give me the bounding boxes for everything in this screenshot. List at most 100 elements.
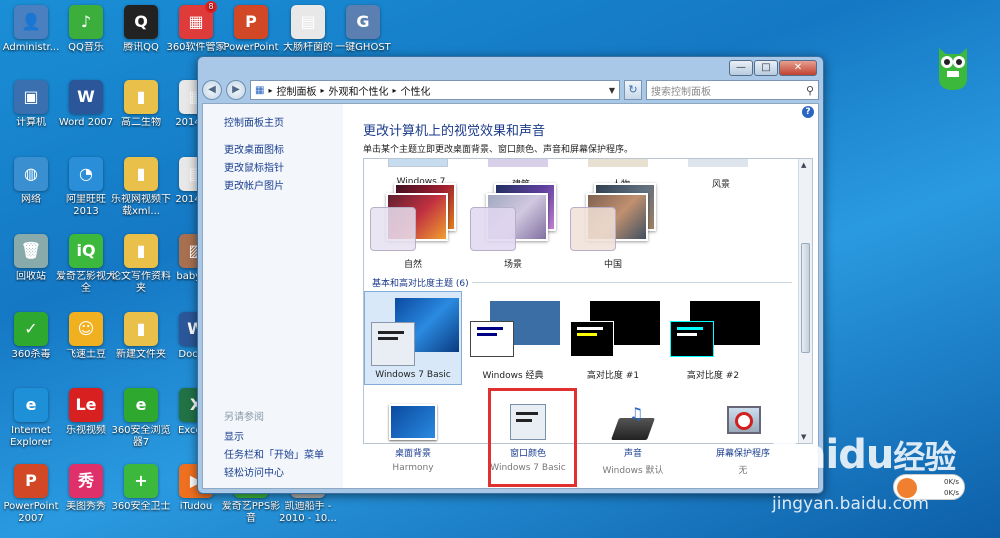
desktop-icon[interactable]: ✓ 360杀毒 <box>0 312 62 361</box>
theme-scrollbar[interactable]: ▲ ▼ <box>798 159 812 443</box>
theme-thumb <box>688 159 748 167</box>
desktop-icon[interactable]: ◔ 阿里旺旺2013 <box>55 157 117 218</box>
desktop-icon-label: Administr... <box>2 42 60 53</box>
search-box[interactable]: 搜索控制面板 ⚲ <box>646 80 819 100</box>
desktop-icon-label: 美图秀秀 <box>66 501 106 512</box>
desktop-icon-label: 凯迪船手 - 2010 - 10... <box>279 501 337 524</box>
desktop-icon[interactable]: G 一键GHOST <box>332 5 394 54</box>
theme-thumb <box>588 159 648 167</box>
maximize-button[interactable]: □ <box>754 60 778 76</box>
desktop-background-link[interactable]: 桌面背景 Harmony <box>363 404 463 473</box>
basic-themes-header: 基本和高对比度主题 (6) <box>372 279 469 289</box>
app-icon: P <box>14 464 48 498</box>
sidebar-link-mouse-pointer[interactable]: 更改鼠标指针 <box>224 159 284 174</box>
breadcrumb-appearance[interactable]: 外观和个性化 <box>328 83 388 98</box>
minimize-button[interactable]: — <box>729 60 753 76</box>
desktop-icon[interactable]: Le 乐视视频 <box>55 388 117 437</box>
desktop-icon[interactable]: 秀美图秀秀 <box>55 464 117 513</box>
divider <box>472 282 792 283</box>
theme-nature[interactable]: 自然 <box>368 183 458 270</box>
theme-thumb <box>388 159 448 167</box>
theme-high-contrast-2[interactable]: 高对比度 #2 <box>664 291 762 385</box>
help-icon[interactable]: ? <box>802 106 814 118</box>
sidebar-link-desktop-icons[interactable]: 更改桌面图标 <box>224 141 284 156</box>
sidebar-home-link[interactable]: 控制面板主页 <box>224 114 284 129</box>
desktop-icon[interactable]: ▮ 论文写作资料夹 <box>110 234 172 295</box>
app-icon: 秀 <box>69 464 103 498</box>
desktop-icon-label: 阿里旺旺2013 <box>66 194 106 217</box>
breadcrumb-control-panel[interactable]: 控制面板 <box>276 83 316 98</box>
desktop-icon[interactable]: ☺ 飞速土豆 <box>55 312 117 361</box>
close-button[interactable]: ✕ <box>779 60 817 76</box>
app-icon: e <box>14 388 48 422</box>
desktop-icon-label: PowerPoint 2007 <box>3 501 59 524</box>
app-icon: ✓ <box>14 312 48 346</box>
theme-label: Windows 7 Basic <box>375 370 451 380</box>
desktop-icon[interactable]: Q 腾讯QQ <box>110 5 172 54</box>
desktop-icon-label: 360安全卫士 <box>111 501 171 512</box>
see-also-ease-of-access[interactable]: 轻松访问中心 <box>224 464 284 479</box>
theme-thumb <box>668 297 760 367</box>
owl-gadget-icon[interactable] <box>936 42 970 94</box>
theme-thumb <box>368 183 458 253</box>
desktop-icon[interactable]: ▮ 乐视网视频下载xml... <box>110 157 172 218</box>
theme-label: Windows 经典 <box>482 371 544 381</box>
address-bar[interactable]: ▦ ▸ 控制面板 ▸ 外观和个性化 ▸ 个性化 ▼ <box>250 80 620 100</box>
theme-windows-classic[interactable]: Windows 经典 <box>464 291 562 385</box>
desktop-icon-label: PowerPoint <box>223 42 279 53</box>
app-icon: + <box>124 464 158 498</box>
theme-high-contrast-1[interactable]: 高对比度 #1 <box>564 291 662 385</box>
scroll-up-icon[interactable]: ▲ <box>801 161 806 169</box>
desktop-icon[interactable]: ◍ 网络 <box>0 157 62 206</box>
back-button[interactable]: ◀ <box>202 80 222 100</box>
search-input[interactable]: 搜索控制面板 <box>651 83 711 98</box>
desktop-icon[interactable]: ♪ QQ音乐 <box>55 5 117 54</box>
app-icon: W <box>69 80 103 114</box>
search-icon[interactable]: ⚲ <box>806 84 814 97</box>
sounds-link[interactable]: ♫ 声音 Windows 默认 <box>583 404 683 476</box>
desktop-icon[interactable]: P PowerPoint <box>220 5 282 54</box>
theme-landscapes[interactable]: 风景 <box>676 159 766 190</box>
desktop-icon[interactable]: 🗑 回收站 <box>0 234 62 283</box>
desktop-icon-label: 一键GHOST <box>335 42 391 53</box>
desktop-icon[interactable]: iQ 爱奇艺影视大全 <box>55 234 117 295</box>
screen-saver-icon <box>715 404 771 442</box>
theme-windows7-basic[interactable]: Windows 7 Basic <box>364 291 462 385</box>
main-panel: ? 更改计算机上的视觉效果和声音 单击某个主题立即更改桌面背景、窗口颜色、声音和… <box>343 104 818 488</box>
forward-button[interactable]: ▶ <box>226 80 246 100</box>
desktop-icon[interactable]: e 360安全浏览器7 <box>110 388 172 449</box>
theme-label: 风景 <box>711 180 730 190</box>
see-also-label: 另请参阅 <box>224 412 264 423</box>
scroll-thumb[interactable] <box>801 243 810 353</box>
app-icon: 👤 <box>14 5 48 39</box>
desktop-icon[interactable]: e Internet Explorer <box>0 388 62 449</box>
theme-thumb <box>369 298 459 368</box>
see-also-taskbar[interactable]: 任务栏和「开始」菜单 <box>224 446 324 461</box>
desktop-icon[interactable]: ▮ 高二生物 <box>110 80 172 129</box>
desktop-icon[interactable]: +360安全卫士 <box>110 464 172 513</box>
breadcrumb-personalization[interactable]: 个性化 <box>401 83 431 98</box>
chevron-down-icon[interactable]: ▼ <box>609 86 615 95</box>
app-icon: e <box>124 388 158 422</box>
see-also-display[interactable]: 显示 <box>224 428 244 443</box>
desktop-icon-label: iTudou <box>179 501 213 512</box>
app-icon: ☺ <box>69 312 103 346</box>
app-icon: ▮ <box>124 157 158 191</box>
download-speed: 0K/s <box>944 489 960 497</box>
desktop-icon[interactable]: ▮ 新建文件夹 <box>110 312 172 361</box>
refresh-button[interactable]: ↻ <box>624 80 642 100</box>
theme-thumb <box>568 183 658 253</box>
desktop-icon[interactable]: W Word 2007 <box>55 80 117 129</box>
desktop-icon[interactable]: 👤 Administr... <box>0 5 62 54</box>
sidebar-link-account-picture[interactable]: 更改帐户图片 <box>224 177 284 192</box>
desktop-icon[interactable]: ▣ 计算机 <box>0 80 62 129</box>
watermark-logo: Baidu经验 <box>770 432 956 478</box>
desktop-icon[interactable]: P PowerPoint 2007 <box>0 464 62 525</box>
theme-label: 中国 <box>603 260 622 270</box>
theme-thumb <box>488 159 548 167</box>
desktop-icon[interactable]: ▦ 8 360软件管家 <box>165 1 227 54</box>
theme-scenes[interactable]: 场景 <box>468 183 558 270</box>
theme-thumb <box>568 297 660 367</box>
desktop-icon[interactable]: ▤ 大肠杆菌的 <box>277 5 339 54</box>
theme-china[interactable]: 中国 <box>568 183 658 270</box>
